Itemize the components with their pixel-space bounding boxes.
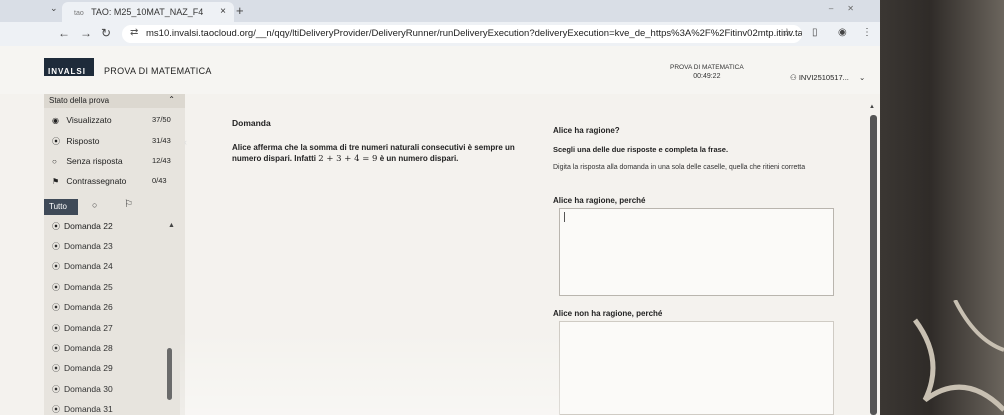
question-item-25[interactable]: ⦿ Domanda 25 [52,282,113,293]
filter-bar: Tutto ○ ⚐ [44,199,185,215]
chevron-down-icon: ⌄ [858,73,866,82]
answered-icon: ⦿ [52,385,60,394]
unanswered-icon: ○ [52,157,57,166]
user-menu[interactable]: ⚇ INVI2510517... ⌄ [790,73,865,82]
profile-icon[interactable]: ◉ [838,27,847,38]
answered-icon: ⦿ [52,222,60,231]
caret-up-icon: ▲ [168,222,175,229]
app-header: INVALSI PROVA DI MATEMATICA PROVA DI MAT… [0,46,880,94]
option-yes-textbox[interactable] [559,208,834,296]
chevron-up-icon: ⌃ [168,95,175,104]
panel-heading[interactable]: Stato della prova ⌃ [44,94,185,108]
question-item-31[interactable]: ⦿ Domanda 31 [52,404,113,415]
tab-favicon: tao [74,10,84,17]
panel-heading-label: Stato della prova [49,96,110,105]
site-info-icon[interactable]: ⇄ [130,27,138,38]
answered-icon: ⦿ [52,262,60,271]
answer-title: Alice ha ragione? [553,126,620,135]
test-name: PROVA DI MATEMATICA [670,64,744,71]
question-label: Domanda [232,118,271,128]
bookmark-star-icon[interactable]: ☆ [782,26,792,39]
test-info: PROVA DI MATEMATICA 00:49:22 [670,64,744,80]
browser-window: ⌄ tao TAO: M25_10MAT_NAZ_F4 × + ‒✕ ← → ↻… [0,0,880,415]
app-title: PROVA DI MATEMATICA [104,66,212,76]
close-tab-icon[interactable]: × [220,6,226,17]
screen-glare [180,330,560,415]
answered-icon: ⦿ [52,364,60,373]
user-id: INVI2510517... [798,73,849,82]
answer-instruction: Scegli una delle due risposte e completa… [553,145,729,154]
flag-icon: ⚑ [52,177,60,186]
answered-icon: ⦿ [52,137,60,146]
question-text: Alice afferma che la somma di tre numeri… [232,143,515,164]
question-item-30[interactable]: ⦿ Domanda 30 [52,384,113,395]
answered-icon: ⦿ [52,324,60,333]
stat-count: 37/50 [152,115,171,124]
invalsi-logo: INVALSI [44,58,94,76]
stat-count: 12/43 [152,156,171,165]
stat-label: Contrassegnato [66,176,127,186]
text-cursor [564,212,565,222]
filter-unanswered-icon[interactable]: ○ [92,200,97,210]
answered-icon: ⦿ [52,344,60,353]
stat-label: Senza risposta [66,156,123,166]
eye-icon: ◉ [52,116,59,125]
question-item-29[interactable]: ⦿ Domanda 29 [52,363,113,374]
sidebar-scrollbar[interactable] [167,348,172,400]
main-scrollbar[interactable] [870,115,877,415]
question-item-24[interactable]: ⦿ Domanda 24 [52,261,113,272]
stat-label: Visualizzato [66,115,112,125]
option-no-textbox[interactable] [559,321,834,415]
browser-tab[interactable]: tao TAO: M25_10MAT_NAZ_F4 × [62,2,234,22]
url-text: ms10.invalsi.taocloud.org/__n/qqy/ltiDel… [146,28,802,39]
back-icon[interactable]: ← [58,26,70,40]
answered-icon: ⦿ [52,405,60,414]
forward-icon[interactable]: → [80,26,92,40]
stat-viewed: ◉ Visualizzato 37/50 [52,115,182,125]
filter-flagged-icon[interactable]: ⚐ [124,199,133,210]
background-decoration [912,300,1004,412]
math-expression: 2 + 3 + 4 = 9 [318,154,378,164]
collapse-panel-icon[interactable]: ‹ [184,137,187,147]
tab-title: TAO: M25_10MAT_NAZ_F4 [91,7,204,17]
reload-icon[interactable]: ↻ [101,26,111,40]
question-item-22[interactable]: ⦿ Domanda 22 [52,221,113,232]
question-item-27[interactable]: ⦿ Domanda 27 [52,323,113,334]
option-yes-label: Alice ha ragione, perché [553,196,646,205]
option-no-label: Alice non ha ragione, perché [553,309,663,318]
answer-hint: Digita la risposta alla domanda in una s… [553,164,806,171]
stat-unanswered: ○ Senza risposta 12/43 [52,156,182,166]
stat-count: 0/43 [152,176,167,185]
test-status-panel: Stato della prova ⌃ ◉ Visualizzato 37/50… [44,94,185,415]
extensions-icon[interactable]: ▯ [812,27,818,38]
answered-icon: ⦿ [52,303,60,312]
stat-label: Risposto [66,136,100,146]
stat-flagged: ⚑ Contrassegnato 0/43 [52,176,182,186]
tab-bar: ⌄ tao TAO: M25_10MAT_NAZ_F4 × + ‒✕ [0,0,880,22]
stat-answered: ⦿ Risposto 31/43 [52,136,182,147]
tab-search-icon[interactable]: ⌄ [50,3,58,14]
new-tab-icon[interactable]: + [236,3,244,18]
question-item-23[interactable]: ⦿ Domanda 23 [52,241,113,252]
question-item-28[interactable]: ⦿ Domanda 28 [52,343,113,354]
scroll-up-icon[interactable]: ▲ [869,104,875,110]
answered-icon: ⦿ [52,283,60,292]
timer: 00:49:22 [693,73,721,80]
question-item-26[interactable]: ⦿ Domanda 26 [52,302,113,313]
filter-all-button[interactable]: Tutto [44,199,78,215]
menu-kebab-icon[interactable]: ⋮ [862,27,872,38]
address-bar[interactable]: ⇄ ms10.invalsi.taocloud.org/__n/qqy/ltiD… [122,25,802,43]
window-controls[interactable]: ‒✕ [829,4,868,13]
user-icon: ⚇ [790,73,797,82]
stat-count: 31/43 [152,136,171,145]
address-toolbar: ← → ↻ ⇄ ms10.invalsi.taocloud.org/__n/qq… [0,22,880,46]
answered-icon: ⦿ [52,242,60,251]
